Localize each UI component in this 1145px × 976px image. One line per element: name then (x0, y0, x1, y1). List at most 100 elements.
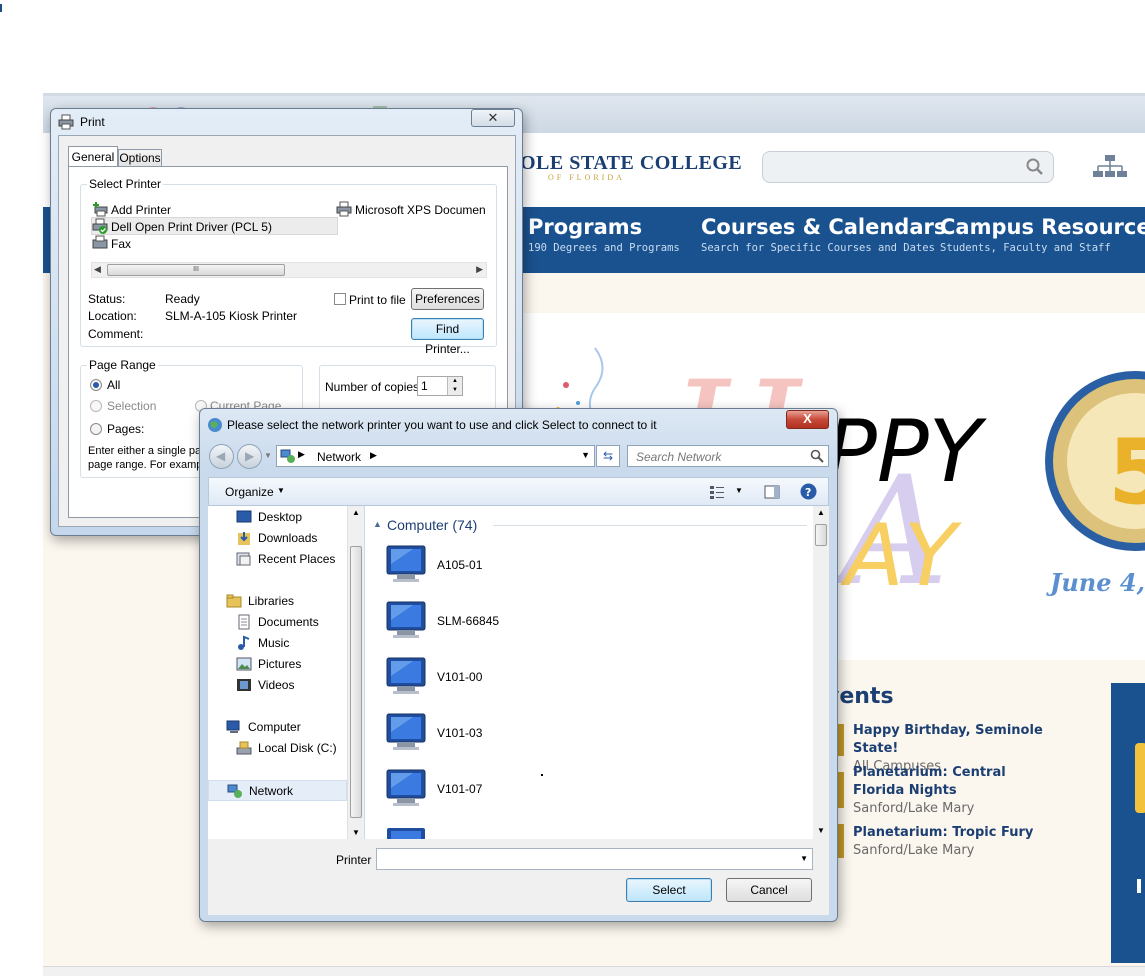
nav-item-pictures[interactable]: Pictures (208, 654, 347, 675)
select-button[interactable]: Select (626, 878, 712, 902)
page-range-hint: Enter either a single pag (88, 445, 208, 457)
nav-label: Music (258, 636, 290, 650)
preview-pane-icon[interactable] (764, 484, 780, 500)
event-title[interactable]: Happy Birthday, Seminole State! (853, 722, 1083, 758)
copies-spinner[interactable]: 1 ▲ ▼ (417, 376, 463, 396)
anniversary-seal: 5 (1045, 371, 1145, 551)
view-options-icon[interactable] (709, 484, 725, 500)
nav-item-courses-calendars[interactable]: Courses & Calendars Search for Specific … (701, 215, 946, 254)
status-label: Status: (88, 292, 126, 306)
group-header-computer[interactable]: Computer (74) (387, 517, 477, 533)
printer-list-scrollbar[interactable]: ◀ III ▶ (91, 262, 487, 278)
back-button[interactable]: ◀ (209, 444, 234, 469)
network-dialog-close-button[interactable]: X (786, 410, 829, 429)
search-placeholder: Search Network (636, 450, 722, 464)
nav-item-programs[interactable]: Programs 190 Degrees and Programs (528, 215, 680, 254)
scroll-down-arrow-icon[interactable]: ▼ (817, 826, 825, 835)
nav-label: Videos (258, 678, 295, 692)
find-printer-button[interactable]: Find Printer... (411, 318, 484, 356)
forward-button[interactable]: ▶ (237, 444, 262, 469)
site-logo-subtext: OF FLORIDA (548, 173, 625, 182)
range-all-radio[interactable] (90, 379, 102, 391)
event-item[interactable]: Planetarium: Tropic Fury Sanford/Lake Ma… (853, 824, 1083, 860)
scroll-thumb[interactable] (350, 546, 362, 818)
address-dropdown-icon[interactable]: ▼ (581, 450, 590, 460)
tab-options[interactable]: Options (118, 149, 162, 167)
printer-item-add-printer[interactable]: Add Printer (111, 203, 171, 217)
fax-icon (92, 235, 108, 249)
computer-item[interactable]: A105-01 (383, 542, 683, 592)
comment-label: Comment: (88, 327, 144, 341)
scroll-down-arrow-icon[interactable]: ▼ (352, 828, 360, 837)
range-selection-radio[interactable] (90, 400, 102, 412)
nav-item-local-disk[interactable]: Local Disk (C:) (208, 738, 347, 759)
computer-item[interactable]: V101-00 (383, 654, 683, 704)
nav-item-campus-resources[interactable]: Campus Resources Students, Faculty and S… (940, 215, 1145, 254)
site-search-input[interactable] (762, 151, 1054, 183)
breadcrumb-network[interactable]: Network (317, 450, 361, 464)
nav-label: Local Disk (C:) (258, 741, 337, 755)
recent-pages-chevron-icon[interactable]: ▼ (264, 451, 272, 460)
nav-item-videos[interactable]: Videos (208, 675, 347, 696)
computer-item[interactable]: V101-07 (383, 766, 683, 816)
event-title[interactable]: Planetarium: Central Florida Nights (853, 764, 1043, 800)
view-chevron-icon[interactable]: ▼ (735, 486, 743, 495)
search-icon[interactable] (1025, 157, 1045, 177)
event-item[interactable]: Planetarium: Central Florida Nights Sanf… (853, 764, 1043, 818)
nav-item-music[interactable]: Music (208, 633, 347, 654)
computer-item[interactable]: SLM-66845 (383, 598, 683, 648)
file-list-scrollbar[interactable]: ▲ ▼ (813, 506, 829, 839)
help-icon[interactable]: ? (800, 483, 817, 500)
scroll-thumb[interactable]: III (107, 264, 285, 276)
printer-item-dell[interactable]: Dell Open Print Driver (PCL 5) (111, 220, 272, 234)
computer-icon (386, 769, 426, 806)
nav-item-network[interactable]: Network (208, 780, 347, 801)
cancel-button[interactable]: Cancel (726, 878, 812, 902)
scroll-thumb[interactable] (815, 524, 827, 546)
search-icon[interactable] (810, 449, 824, 463)
spin-up-icon[interactable]: ▲ (447, 377, 462, 386)
navigation-pane-scrollbar[interactable]: ▲ ▼ (347, 506, 364, 839)
promo-panel[interactable] (1111, 683, 1145, 963)
nav-item-downloads[interactable]: Downloads (208, 528, 347, 549)
site-logo-text[interactable]: OLE STATE COLLEGE (520, 152, 742, 175)
scroll-up-arrow-icon[interactable]: ▲ (817, 508, 825, 517)
copies-value[interactable]: 1 (421, 379, 428, 393)
printer-item-fax[interactable]: Fax (111, 237, 131, 251)
network-dialog-title: Please select the network printer you wa… (227, 418, 657, 432)
printer-combobox[interactable]: ▼ (376, 848, 813, 870)
scroll-up-arrow-icon[interactable]: ▲ (352, 508, 360, 517)
range-pages-radio[interactable] (90, 423, 102, 435)
nav-label: Downloads (258, 531, 318, 545)
refresh-icon[interactable]: ⇆ (596, 445, 620, 467)
breadcrumb-chevron-icon[interactable]: ▶ (370, 450, 377, 461)
event-title[interactable]: Planetarium: Tropic Fury (853, 824, 1083, 842)
page-edge-mark (0, 4, 2, 12)
nav-item-documents[interactable]: Documents (208, 612, 347, 633)
print-to-file-checkbox[interactable] (334, 293, 346, 305)
computer-item[interactable]: V101-03 (383, 710, 683, 760)
nav-label: Desktop (258, 510, 303, 524)
scroll-right-arrow-icon[interactable]: ▶ (476, 264, 483, 275)
group-collapse-icon[interactable]: ▲ (373, 519, 382, 529)
nav-item-computer[interactable]: Computer (208, 717, 347, 738)
sitemap-icon[interactable] (1092, 154, 1128, 182)
preferences-button[interactable]: Preferences (411, 288, 484, 310)
combobox-dropdown-icon[interactable]: ▼ (800, 854, 808, 863)
print-dialog-title: Print (80, 115, 105, 129)
organize-chevron-icon[interactable]: ▼ (277, 486, 285, 495)
computer-name: SLM-66845 (437, 614, 500, 628)
nav-item-desktop[interactable]: Desktop (208, 507, 347, 528)
nav-item-libraries[interactable]: Libraries (208, 591, 347, 612)
print-dialog-close-button[interactable]: ✕ (471, 109, 515, 127)
address-bar[interactable]: ▶ Network ▶ ▼ (276, 445, 595, 467)
printer-item-microsoft-xps[interactable]: Microsoft XPS Documen (355, 203, 486, 217)
search-network-input[interactable]: Search Network (627, 445, 829, 467)
nav-item-recent-places[interactable]: Recent Places (208, 549, 347, 570)
scroll-left-arrow-icon[interactable]: ◀ (94, 264, 101, 275)
nav-label: Recent Places (258, 552, 336, 566)
print-to-file-label: Print to file (349, 293, 406, 307)
tab-general[interactable]: General (68, 146, 118, 167)
organize-button[interactable]: Organize (225, 485, 274, 499)
spin-down-icon[interactable]: ▼ (447, 386, 462, 395)
